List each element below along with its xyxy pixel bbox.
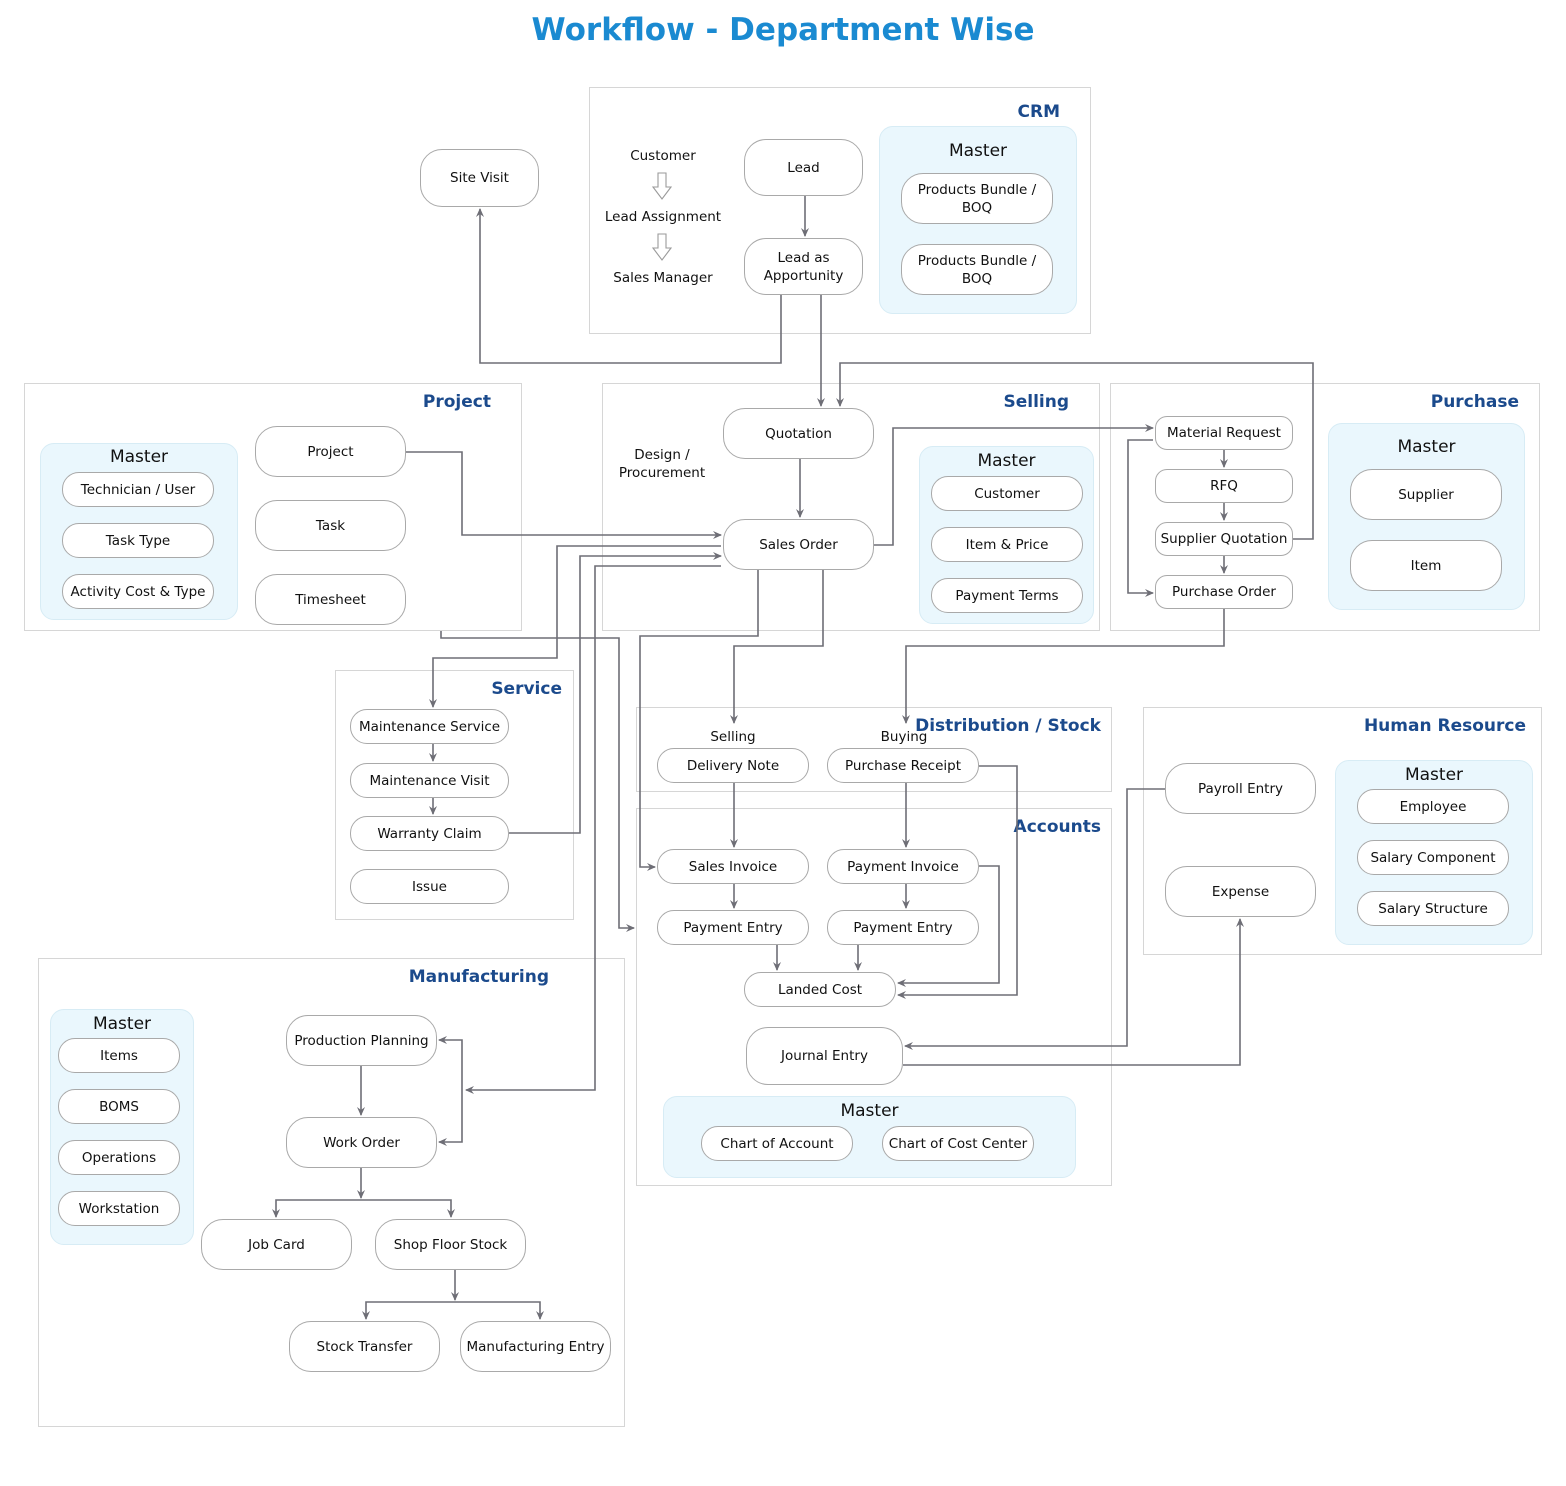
node-payment-entry-selling[interactable]: Payment Entry	[657, 910, 809, 945]
hr-title: Human Resource	[1363, 716, 1526, 736]
manufacturing-master-item[interactable]: BOMS	[58, 1089, 180, 1124]
node-sales-invoice[interactable]: Sales Invoice	[657, 849, 809, 884]
node-project[interactable]: Project	[255, 426, 406, 477]
node-rfq[interactable]: RFQ	[1155, 469, 1293, 503]
crm-master-title: Master	[948, 141, 1008, 161]
manufacturing-master-item[interactable]: Items	[58, 1038, 180, 1073]
project-master-item[interactable]: Technician / User	[62, 472, 214, 507]
selling-master-item[interactable]: Item & Price	[931, 527, 1083, 562]
node-supplier-quotation[interactable]: Supplier Quotation	[1155, 522, 1293, 556]
node-maintenance-visit[interactable]: Maintenance Visit	[350, 763, 509, 798]
project-title: Project	[422, 392, 491, 412]
crm-master-item[interactable]: Products Bundle / BOQ	[901, 244, 1053, 295]
crm-title: CRM	[1017, 102, 1060, 122]
selling-master-title: Master	[977, 451, 1036, 471]
crm-master-item[interactable]: Products Bundle / BOQ	[901, 173, 1053, 224]
node-maintenance-service[interactable]: Maintenance Service	[350, 709, 509, 744]
node-job-card[interactable]: Job Card	[201, 1219, 352, 1270]
hr-master-item[interactable]: Salary Component	[1357, 840, 1509, 875]
manufacturing-title: Manufacturing	[408, 967, 549, 987]
crm-step-lead-assignment: Lead Assignment	[604, 209, 722, 225]
node-payment-entry-buying[interactable]: Payment Entry	[827, 910, 979, 945]
node-delivery-note[interactable]: Delivery Note	[657, 748, 809, 783]
project-master-title: Master	[109, 447, 169, 467]
page-title: Workflow - Department Wise	[531, 12, 1035, 48]
node-lead[interactable]: Lead	[744, 139, 863, 196]
node-work-order[interactable]: Work Order	[286, 1117, 437, 1168]
project-master-item[interactable]: Task Type	[62, 523, 214, 558]
selling-master-item[interactable]: Payment Terms	[931, 578, 1083, 613]
distribution-selling-label: Selling	[710, 729, 756, 745]
manufacturing-master-item[interactable]: Operations	[58, 1140, 180, 1175]
node-lead-as-opportunity[interactable]: Lead as Apportunity	[744, 238, 863, 295]
hr-master-title: Master	[1404, 765, 1464, 785]
node-material-request[interactable]: Material Request	[1155, 416, 1293, 450]
accounts-master-title: Master	[840, 1101, 899, 1121]
node-purchase-order[interactable]: Purchase Order	[1155, 575, 1293, 609]
selling-design-procurement-note: Design / Procurement	[618, 447, 706, 481]
manufacturing-master-item[interactable]: Workstation	[58, 1191, 180, 1226]
node-shop-floor-stock[interactable]: Shop Floor Stock	[375, 1219, 526, 1270]
node-payroll-entry[interactable]: Payroll Entry	[1165, 763, 1316, 814]
accounts-title: Accounts	[1013, 817, 1101, 837]
node-payment-invoice[interactable]: Payment Invoice	[827, 849, 979, 884]
node-journal-entry[interactable]: Journal Entry	[746, 1027, 903, 1085]
crm-step-customer: Customer	[630, 148, 696, 164]
node-production-planning[interactable]: Production Planning	[286, 1015, 437, 1066]
project-master-item[interactable]: Activity Cost & Type	[62, 574, 214, 609]
selling-master-item[interactable]: Customer	[931, 476, 1083, 511]
node-expense[interactable]: Expense	[1165, 866, 1316, 917]
distribution-buying-label: Buying	[880, 729, 928, 745]
node-manufacturing-entry[interactable]: Manufacturing Entry	[460, 1321, 611, 1372]
node-sales-order[interactable]: Sales Order	[723, 519, 874, 570]
node-issue[interactable]: Issue	[350, 869, 509, 904]
purchase-master-item[interactable]: Supplier	[1350, 469, 1502, 520]
node-task[interactable]: Task	[255, 500, 406, 551]
hr-master-item[interactable]: Employee	[1357, 789, 1509, 824]
selling-title: Selling	[1003, 392, 1069, 412]
manufacturing-master-title: Master	[92, 1014, 152, 1034]
service-title: Service	[491, 679, 562, 699]
accounts-master-item[interactable]: Chart of Cost Center	[882, 1126, 1034, 1161]
hr-master-item[interactable]: Salary Structure	[1357, 891, 1509, 926]
node-stock-transfer[interactable]: Stock Transfer	[289, 1321, 440, 1372]
node-quotation[interactable]: Quotation	[723, 408, 874, 459]
node-landed-cost[interactable]: Landed Cost	[744, 972, 896, 1007]
node-site-visit[interactable]: Site Visit	[420, 149, 539, 207]
purchase-master-item[interactable]: Item	[1350, 540, 1502, 591]
accounts-master-item[interactable]: Chart of Account	[701, 1126, 853, 1161]
node-purchase-receipt[interactable]: Purchase Receipt	[827, 748, 979, 783]
node-timesheet[interactable]: Timesheet	[255, 574, 406, 625]
node-warranty-claim[interactable]: Warranty Claim	[350, 816, 509, 851]
purchase-title: Purchase	[1430, 392, 1519, 412]
crm-step-sales-manager: Sales Manager	[613, 270, 713, 286]
purchase-master-title: Master	[1397, 437, 1456, 457]
